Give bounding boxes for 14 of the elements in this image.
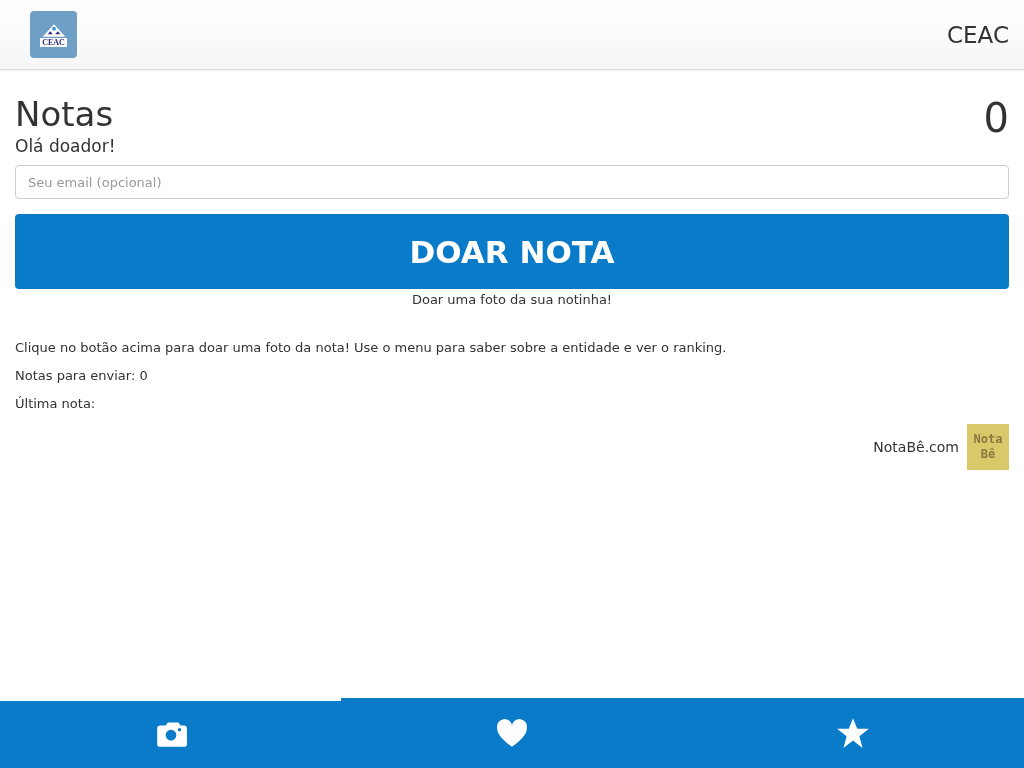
- button-caption: Doar uma foto da sua notinha!: [410, 292, 614, 307]
- info-text: Notas para enviar: 0: [15, 368, 149, 383]
- info-text: Clique no botão acima para doar uma foto da nota! Use o menu para saber sobre a entidade e ver o ranking.: [15, 340, 728, 355]
- page-title: Notas: [15, 94, 114, 134]
- email-field[interactable]: Seu email (opcional): [15, 165, 1009, 199]
- logo-text: Bê: [980, 447, 996, 462]
- greeting-text: Olá doador!: [15, 136, 117, 156]
- info-text: Última nota:: [15, 396, 97, 411]
- notes-count: 0: [983, 94, 1009, 142]
- logo-text: Nota: [973, 432, 1003, 447]
- donate-button[interactable]: DOAR NOTA: [15, 214, 1009, 289]
- credit-link[interactable]: NotaBê.com: [873, 439, 959, 455]
- logo-text: CEAC: [40, 37, 67, 47]
- app-title: CEAC: [947, 21, 1009, 48]
